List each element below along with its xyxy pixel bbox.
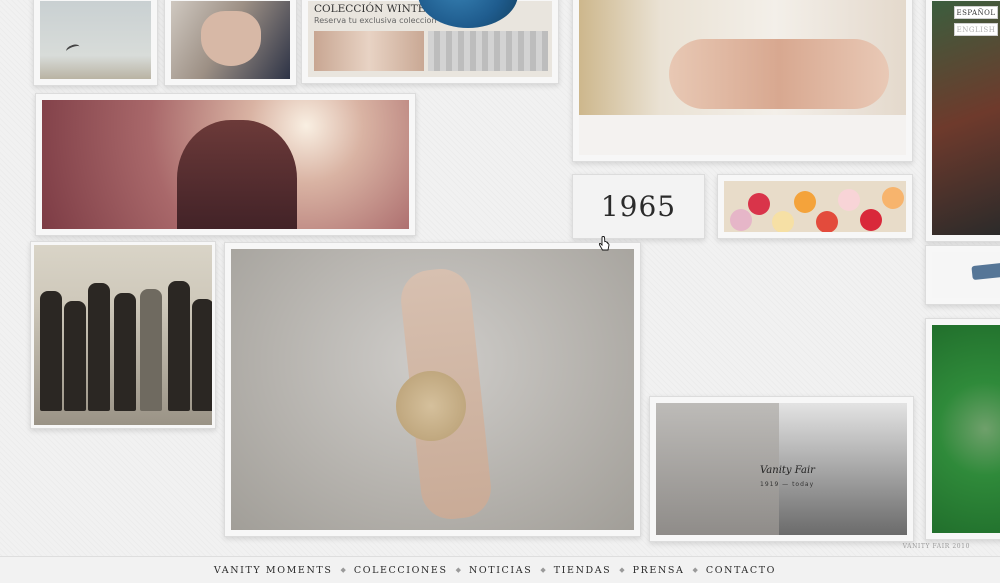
right-green-photo — [932, 325, 1000, 533]
right-blue-photo — [932, 252, 1000, 298]
footer-nav: VANITY MOMENTS ◆ COLECCIONES ◆ NOTICIAS … — [0, 556, 1000, 583]
photo-tile-model-seated[interactable] — [164, 0, 297, 86]
nav-link-prensa[interactable]: PRENSA — [633, 565, 685, 576]
year-tile[interactable]: 1965 — [572, 174, 705, 239]
nav-separator: ◆ — [692, 566, 698, 574]
photo-tile-sunset[interactable] — [35, 93, 416, 236]
photo-wall: COLECCIÓN WINTER Reserva tu exclusiva co… — [0, 0, 1000, 556]
photo-tile-balloons[interactable] — [717, 174, 913, 239]
nav-separator: ◆ — [619, 566, 625, 574]
year-label: 1965 — [600, 190, 677, 223]
model-seated-photo — [171, 1, 290, 79]
photo-tile-right-blue[interactable] — [925, 245, 1000, 305]
nav-separator: ◆ — [340, 566, 346, 574]
sunset-photo — [42, 100, 409, 229]
sky-photo — [40, 1, 151, 79]
balloons-photo — [724, 181, 906, 232]
lang-button-espanol[interactable]: ESPAÑOL — [954, 6, 998, 19]
vanity-fair-brand: Vanity Fair — [760, 465, 815, 476]
photo-tile-vanity-fair[interactable]: Vanity Fair 1919 — today — [649, 396, 914, 542]
nav-separator: ◆ — [455, 566, 461, 574]
winter-title: COLECCIÓN WINTER — [314, 3, 434, 15]
copyright-text: VANITY FAIR 2010 — [902, 543, 970, 550]
vanity-fair-years: 1919 — today — [760, 481, 815, 488]
nav-link-contacto[interactable]: CONTACTO — [706, 565, 776, 576]
nav-link-colecciones[interactable]: COLECCIONES — [354, 565, 448, 576]
hand-cursor-icon — [598, 236, 610, 251]
winter-subtitle: Reserva tu exclusiva coleccion — [314, 16, 437, 25]
photo-tile-sky[interactable] — [33, 0, 158, 86]
vintage-men-photo — [34, 245, 212, 425]
photo-tile-vintage-men[interactable] — [30, 241, 216, 429]
vanity-fair-photo: Vanity Fair 1919 — today — [656, 403, 907, 535]
camera-model-photo — [579, 0, 906, 155]
photo-tile-dancer[interactable] — [224, 242, 641, 537]
photo-tile-right-green[interactable] — [925, 318, 1000, 540]
lang-button-english[interactable]: ENGLISH — [954, 23, 998, 36]
nav-link-vanity-moments[interactable]: VANITY MOMENTS — [214, 565, 333, 576]
nav-separator: ◆ — [540, 566, 546, 574]
photo-tile-camera-model[interactable] — [572, 0, 913, 162]
dancer-photo — [231, 249, 634, 530]
nav-link-noticias[interactable]: NOTICIAS — [469, 565, 532, 576]
nav-link-tiendas[interactable]: TIENDAS — [554, 565, 612, 576]
